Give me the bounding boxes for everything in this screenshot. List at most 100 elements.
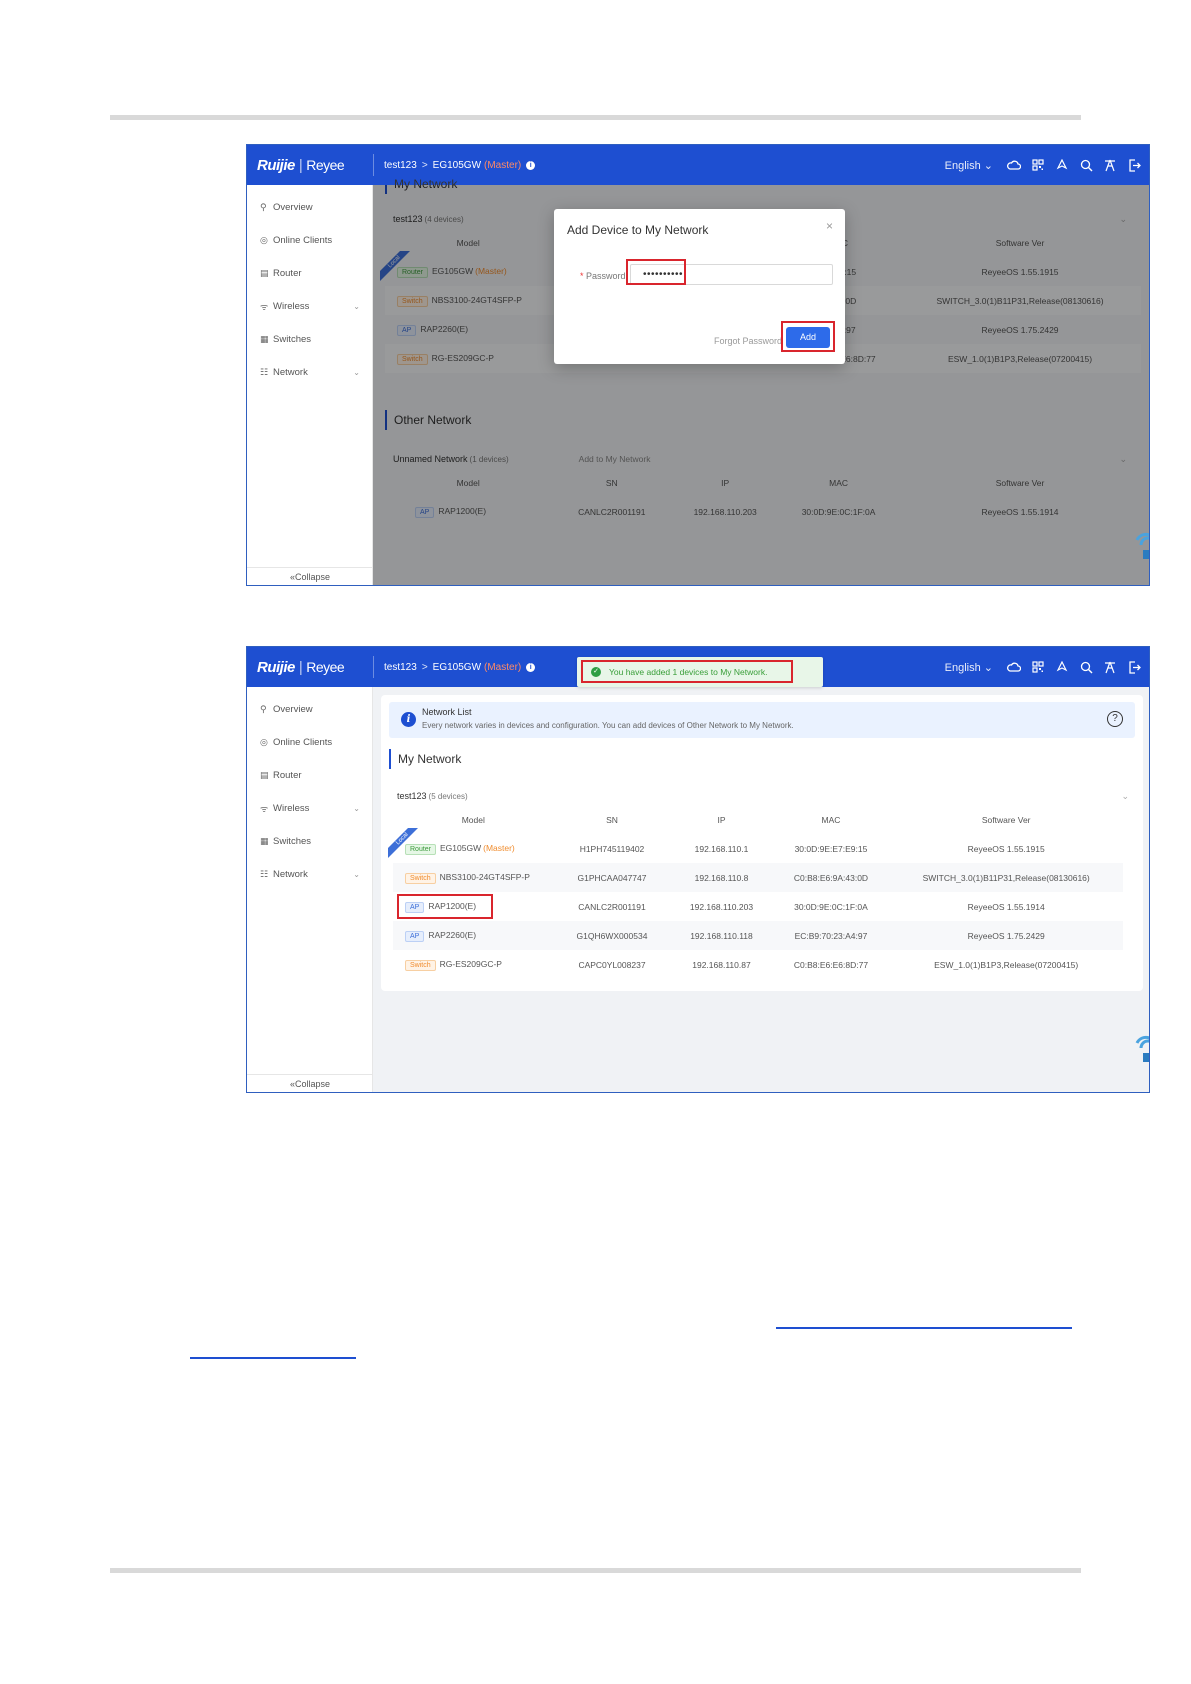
sn-cell: H1PH745119402 <box>579 843 645 854</box>
network-list-card: i Network List Every network varies in d… <box>381 695 1143 991</box>
screenshot-device-added: Ruijie | Reyee test123 > EG105GW (Master… <box>246 646 1150 1093</box>
language-select[interactable]: English ⌄ <box>945 661 993 674</box>
close-icon[interactable]: × <box>826 219 833 233</box>
sn-cell: CANLC2R001191 <box>578 901 646 912</box>
my-network-title: My Network <box>389 748 1143 770</box>
top-actions: English ⌄ <box>945 158 1149 172</box>
sidebar-item-wireless[interactable]: ᯤ Wireless ⌄ <box>247 792 372 825</box>
search-network-icon[interactable] <box>1079 158 1093 172</box>
screenshot-add-device-dialog: Ruijie | Reyee test123 > EG105GW (Master… <box>246 144 1150 586</box>
column-header: SN <box>606 815 618 825</box>
table-row[interactable]: AP RAP1200(E) CANLC2R001191 192.168.110.2… <box>393 892 1123 921</box>
cloud-icon[interactable] <box>1007 158 1021 172</box>
page-header-rule <box>110 115 1081 120</box>
help-icon[interactable]: ? <box>1107 711 1123 727</box>
section-title-text: My Network <box>398 752 462 766</box>
breadcrumb-project[interactable]: test123 <box>384 662 417 673</box>
table-row[interactable]: Switch NBS3100-24GT4SFP-P G1PHCAA047747 1… <box>393 863 1123 892</box>
tower-icon[interactable] <box>1103 158 1117 172</box>
clients-icon: ◎ <box>260 235 268 245</box>
sidebar-item-network[interactable]: ☷ Network ⌄ <box>247 858 372 891</box>
document-link-underline[interactable] <box>776 1327 1072 1329</box>
sidebar-item-overview[interactable]: ⚲ Overview <box>247 191 372 224</box>
collapse-button[interactable]: «Collapse <box>247 1074 373 1092</box>
sidebar-item-router[interactable]: ▤ Router <box>247 759 372 792</box>
collapse-label: Collapse <box>294 1079 331 1089</box>
search-network-icon[interactable] <box>1079 660 1093 674</box>
sidebar-item-switches[interactable]: ▦ Switches <box>247 323 372 356</box>
table-row[interactable]: Local Router EG105GW (Master) H1PH74511940… <box>388 828 1123 863</box>
info-icon[interactable]: i <box>526 662 536 672</box>
notice-text: Every network varies in devices and conf… <box>422 721 794 730</box>
sidebar-item-network[interactable]: ☷ Network ⌄ <box>247 356 372 389</box>
sidebar-item-label: Overview <box>273 704 313 715</box>
network-icon: ☷ <box>260 869 269 879</box>
info-icon[interactable]: i <box>526 160 536 170</box>
tower-icon[interactable] <box>1103 660 1117 674</box>
help-assistant-icon[interactable] <box>1133 1033 1150 1063</box>
sidebar-item-label: Switches <box>273 836 312 847</box>
collapse-button[interactable]: «Collapse <box>247 567 373 585</box>
sidebar-item-online-clients[interactable]: ◎ Online Clients <box>247 726 372 759</box>
dialog-title: Add Device to My Network <box>567 223 709 237</box>
chevron-down-icon[interactable]: ⌄ <box>1121 791 1129 802</box>
sidebar-item-label: Online Clients <box>273 235 333 246</box>
sidebar-item-label: Switches <box>273 334 312 345</box>
document-link-underline[interactable] <box>190 1357 356 1359</box>
new-device-highlight-box <box>397 894 493 919</box>
navigation-icon[interactable] <box>1055 660 1069 674</box>
sidebar: ⚲ Overview ◎ Online Clients ▤ Router ᯤ Wirel… <box>247 185 373 585</box>
router-icon: ▤ <box>260 770 269 780</box>
help-assistant-icon[interactable] <box>1133 530 1150 560</box>
chevron-down-icon: ⌄ <box>353 870 360 879</box>
qr-code-icon[interactable] <box>1031 158 1045 172</box>
logo-separator: | <box>298 156 303 174</box>
breadcrumb-project[interactable]: test123 <box>384 160 417 171</box>
ip-cell: 192.168.110.203 <box>689 901 754 912</box>
network-list-notice: i Network List Every network varies in d… <box>389 702 1135 738</box>
table-row[interactable]: AP RAP2260(E) G1QH6WX000534 192.168.110.1… <box>393 921 1123 950</box>
navigation-icon[interactable] <box>1055 158 1069 172</box>
logout-icon[interactable] <box>1127 158 1141 172</box>
sidebar-item-label: Router <box>273 770 302 781</box>
main-content: i Network List Every network varies in d… <box>381 695 1143 991</box>
sidebar-item-router[interactable]: ▤ Router <box>247 257 372 290</box>
language-label: English <box>944 159 981 172</box>
qr-code-icon[interactable] <box>1031 660 1045 674</box>
overview-icon: ⚲ <box>260 202 267 212</box>
sidebar-item-label: Overview <box>273 202 313 213</box>
sidebar-item-wireless[interactable]: ᯤ Wireless ⌄ <box>247 290 372 323</box>
device-type-badge: AP <box>405 930 425 942</box>
breadcrumb-device[interactable]: EG105GW <box>433 160 481 171</box>
model-cell: Local Router EG105GW (Master) <box>388 828 554 863</box>
sn-cell: G1QH6WX000534 <box>553 921 671 950</box>
version-cell: SWITCH_3.0(1)B11P31,Release(08130616) <box>889 863 1123 892</box>
model-cell: Switch RG-ES209GC-P <box>393 950 554 979</box>
table-row[interactable]: SwitchRG-ES209GC-P CAPC0YL008237 192.168… <box>393 950 1123 979</box>
language-select[interactable]: English ⌄ <box>945 159 993 172</box>
cloud-icon[interactable] <box>1007 660 1021 674</box>
chevron-down-icon: ⌄ <box>353 368 360 377</box>
logout-icon[interactable] <box>1127 660 1141 674</box>
sidebar-item-online-clients[interactable]: ◎ Online Clients <box>247 224 372 257</box>
sidebar-item-label: Router <box>273 268 302 279</box>
chevron-down-icon: ⌄ <box>983 159 993 172</box>
logo-brand: Ruijie <box>257 658 295 676</box>
column-header: IP <box>717 815 726 825</box>
success-toast: ✓ You have added 1 devices to My Network… <box>577 657 823 687</box>
sidebar-item-overview[interactable]: ⚲ Overview <box>247 693 372 726</box>
group-name: test123 <box>397 791 427 801</box>
local-flag-icon: Local <box>388 828 418 858</box>
logo-product: Reyee <box>306 659 345 675</box>
device-type-badge: Switch <box>405 959 436 971</box>
mac-cell: EC:B9:70:23:A4:97 <box>772 921 890 950</box>
chevron-right-icon: > <box>421 159 428 171</box>
breadcrumb-device[interactable]: EG105GW <box>433 662 481 673</box>
column-header: Software Ver <box>981 815 1031 825</box>
network-group-header[interactable]: test123 (5 devices) ⌄ <box>381 786 1143 806</box>
sidebar-item-switches[interactable]: ▦ Switches <box>247 825 372 858</box>
toast-message: You have added 1 devices to My Network. <box>609 666 768 677</box>
forgot-password-link[interactable]: Forgot Password <box>714 336 782 346</box>
top-actions: English ⌄ <box>945 660 1149 674</box>
version-cell: ReyeeOS 1.55.1914 <box>967 901 1045 912</box>
